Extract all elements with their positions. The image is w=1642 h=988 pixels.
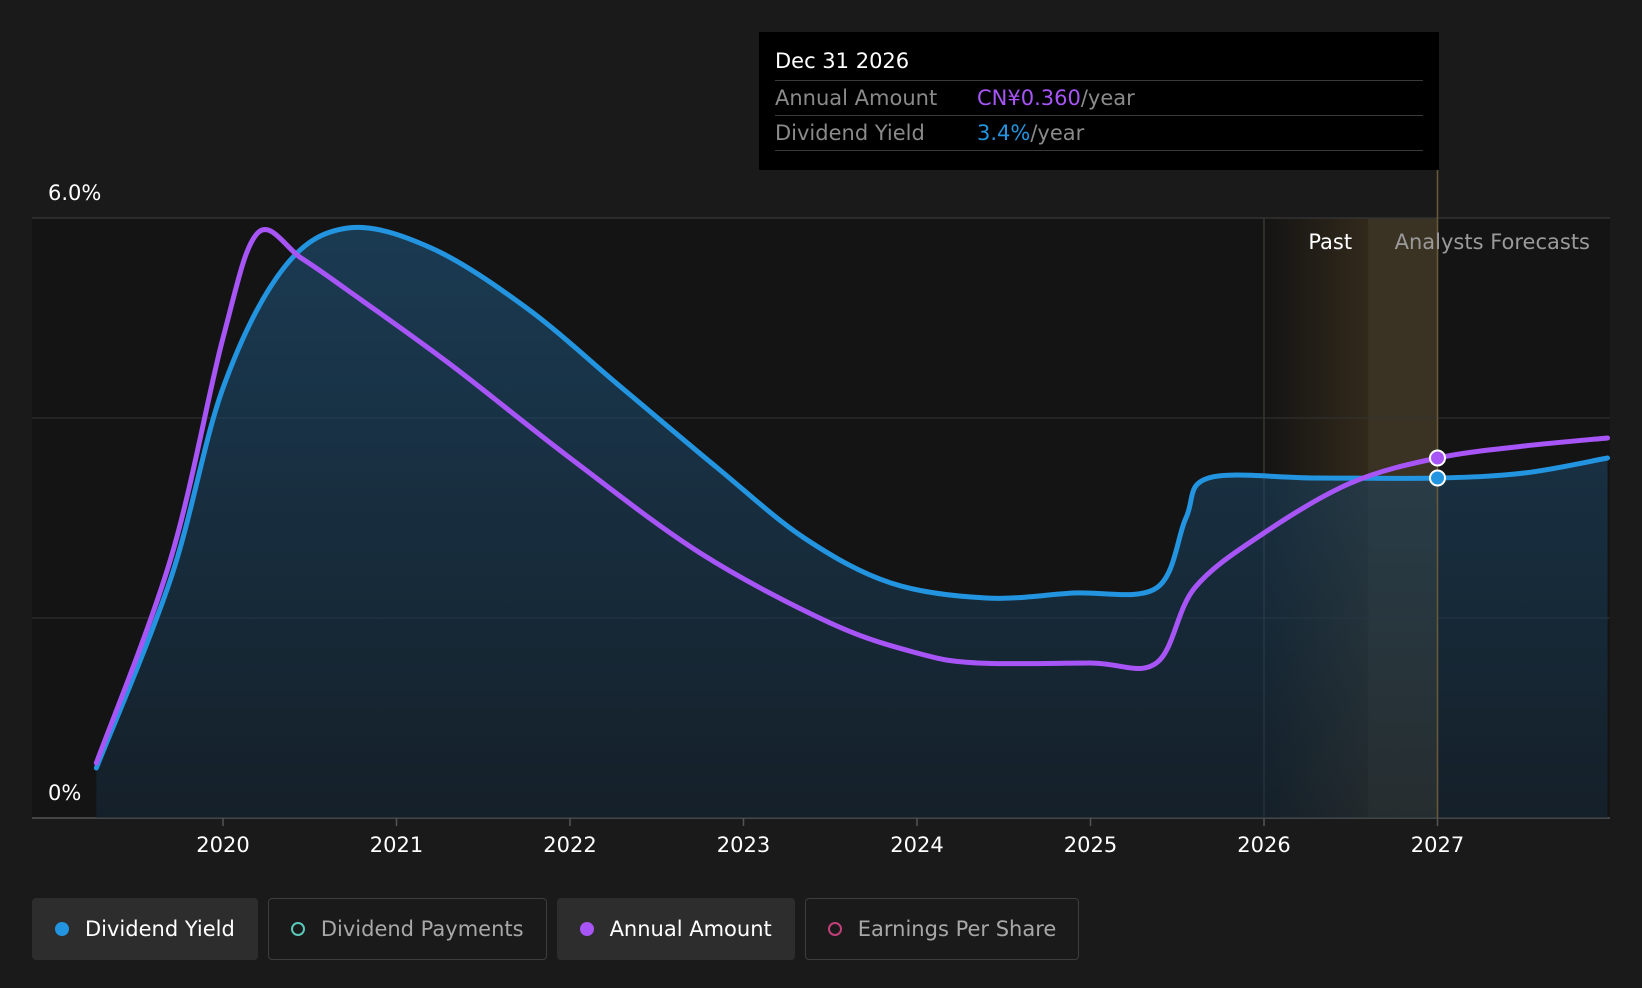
tooltip-value: CN¥0.360: [977, 86, 1081, 110]
legend-annual-amount[interactable]: Annual Amount: [556, 898, 795, 960]
legend-dividend-yield[interactable]: Dividend Yield: [32, 898, 258, 960]
y-tick-label: 6.0%: [48, 181, 101, 205]
tooltip: Dec 31 2026 Annual Amount CN¥0.360 /year…: [759, 32, 1439, 170]
annual-amount-marker: [1429, 449, 1446, 467]
legend-dividend-payments[interactable]: Dividend Payments: [267, 898, 547, 960]
y-tick-label: 0%: [48, 781, 81, 805]
x-tick-label: 2025: [1064, 833, 1117, 857]
legend-earnings-per-share[interactable]: Earnings Per Share: [804, 898, 1080, 960]
x-tick-label: 2023: [717, 833, 770, 857]
tooltip-unit: /year: [1030, 121, 1085, 145]
tooltip-unit: /year: [1080, 86, 1135, 110]
x-tick-label: 2024: [890, 833, 943, 857]
dividend-payments-ring-icon: [290, 922, 305, 936]
x-tick-label: 2021: [370, 833, 423, 857]
earnings-per-share-ring-icon: [827, 922, 842, 936]
legend-label: Dividend Yield: [85, 917, 235, 941]
tooltip-row-dividend-yield: Dividend Yield 3.4% /year: [775, 116, 1423, 151]
legend-label: Annual Amount: [609, 917, 772, 941]
x-tick-label: 2022: [543, 833, 596, 857]
legend-label: Earnings Per Share: [857, 917, 1057, 941]
tooltip-value: 3.4%: [977, 121, 1031, 145]
forecast-label: Analysts Forecasts: [1395, 230, 1590, 254]
tooltip-label: Annual Amount: [775, 86, 938, 110]
legend: Dividend Yield Dividend Payments Annual …: [32, 898, 1080, 960]
x-tick-label: 2020: [196, 833, 249, 857]
annual-amount-dot-icon: [579, 922, 594, 936]
x-tick-label: 2027: [1411, 833, 1464, 857]
dividend-yield-marker: [1429, 469, 1446, 487]
tooltip-date: Dec 31 2026: [775, 46, 1423, 81]
tooltip-label: Dividend Yield: [775, 121, 925, 145]
dividend-yield-dot-icon: [55, 922, 69, 936]
past-label: Past: [1308, 230, 1352, 254]
legend-label: Dividend Payments: [320, 917, 524, 941]
tooltip-row-annual-amount: Annual Amount CN¥0.360 /year: [775, 81, 1423, 116]
x-tick-label: 2026: [1237, 833, 1290, 857]
x-axis: 2020 2021 2022 2023 2024 2025 2026 2027: [196, 818, 1464, 857]
